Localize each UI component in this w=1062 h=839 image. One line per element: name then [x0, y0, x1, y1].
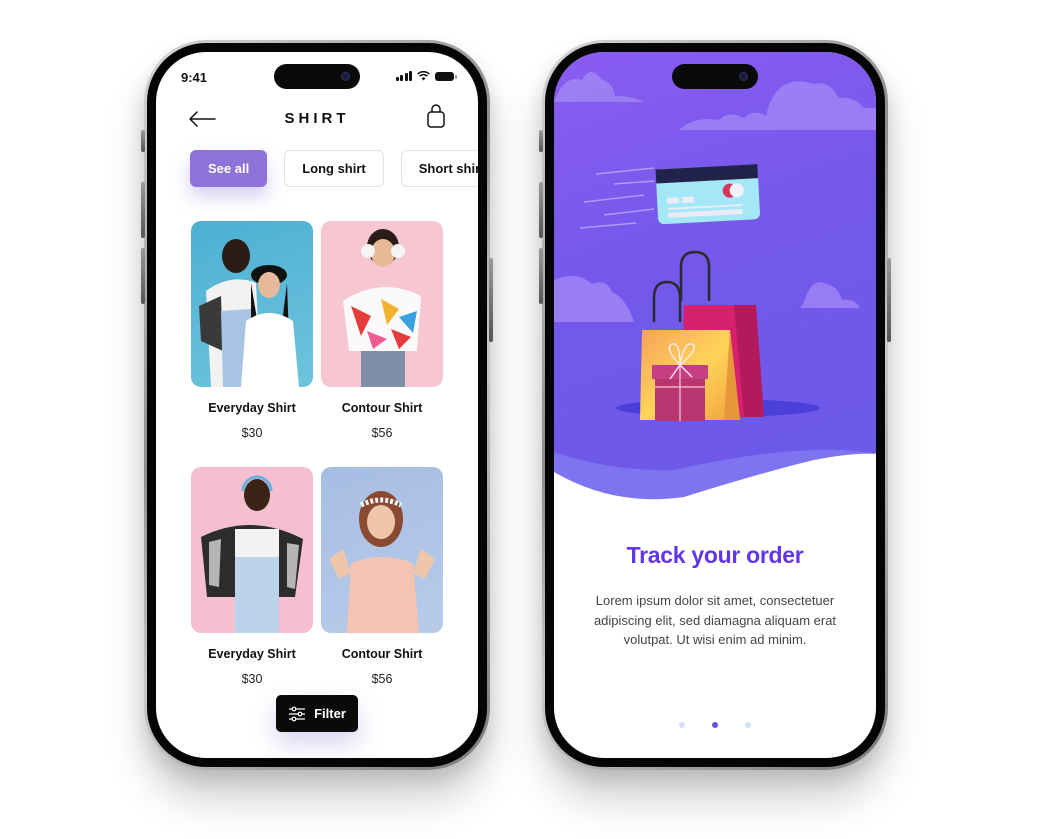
volume-down-button	[141, 248, 145, 304]
power-button	[887, 258, 891, 342]
product-image[interactable]	[321, 221, 443, 387]
camera-icon	[341, 72, 350, 81]
product-name: Everyday Shirt	[208, 647, 296, 661]
battery-icon	[435, 71, 457, 81]
volume-up-button	[539, 182, 543, 238]
onboarding-content: Track your order Lorem ipsum dolor sit a…	[554, 542, 876, 650]
side-button	[539, 130, 543, 152]
shop-screen: 9:41 SHIRT See all Long shirt Short shir…	[156, 52, 478, 758]
product-price: $30	[241, 426, 263, 440]
onboarding-description: Lorem ipsum dolor sit amet, consectetuer…	[593, 593, 837, 647]
page-dot[interactable]	[745, 722, 751, 728]
hero-illustration	[554, 52, 876, 512]
dynamic-island	[672, 64, 758, 89]
speed-lines-icon	[579, 167, 655, 229]
product-image[interactable]	[321, 467, 443, 633]
camera-icon	[739, 72, 748, 81]
header-bar: SHIRT	[156, 104, 478, 134]
signal-icon	[395, 71, 412, 81]
product-price: $30	[241, 672, 263, 686]
status-icons	[395, 71, 457, 81]
phone-frame-right: Track your order Lorem ipsum dolor sit a…	[539, 40, 891, 770]
product-name: Contour Shirt	[341, 401, 423, 415]
shopping-bag-icon[interactable]	[426, 104, 446, 128]
product-card[interactable]: Contour Shirt $56	[321, 467, 443, 713]
power-button	[489, 258, 493, 342]
product-card[interactable]: Everyday Shirt $30	[191, 221, 313, 467]
pagination-dots	[554, 722, 876, 728]
status-time: 9:41	[181, 70, 208, 85]
onboarding-title: Track your order	[626, 542, 804, 568]
filter-label: Filter	[314, 706, 346, 721]
dynamic-island	[274, 64, 360, 89]
product-name: Contour Shirt	[341, 647, 423, 661]
onboarding-screen: Track your order Lorem ipsum dolor sit a…	[554, 52, 876, 758]
side-button	[141, 130, 145, 152]
category-chips: See all Long shirt Short shirt	[190, 150, 478, 187]
sliders-icon	[289, 706, 306, 721]
volume-down-button	[539, 248, 543, 304]
wifi-icon	[417, 71, 430, 81]
chip-short-shirt[interactable]: Short shirt	[400, 150, 478, 187]
product-grid: Everyday Shirt $30 Contour Shirt $56 Eve…	[191, 221, 444, 713]
chip-long-shirt[interactable]: Long shirt	[284, 150, 384, 187]
page-dot[interactable]	[679, 722, 685, 728]
product-price: $56	[371, 672, 393, 686]
product-name: Everyday Shirt	[208, 401, 296, 415]
chip-see-all[interactable]: See all	[190, 150, 268, 187]
product-card[interactable]: Contour Shirt $56	[321, 221, 443, 467]
phone-frame-left: 9:41 SHIRT See all Long shirt Short shir…	[141, 40, 493, 770]
product-card[interactable]: Everyday Shirt $30	[191, 467, 313, 713]
volume-up-button	[141, 182, 145, 238]
filter-button[interactable]: Filter	[276, 695, 358, 732]
credit-card-icon	[655, 164, 760, 225]
product-image[interactable]	[191, 221, 313, 387]
product-price: $56	[371, 426, 393, 440]
page-dot-active[interactable]	[712, 722, 718, 728]
product-image[interactable]	[191, 467, 313, 633]
